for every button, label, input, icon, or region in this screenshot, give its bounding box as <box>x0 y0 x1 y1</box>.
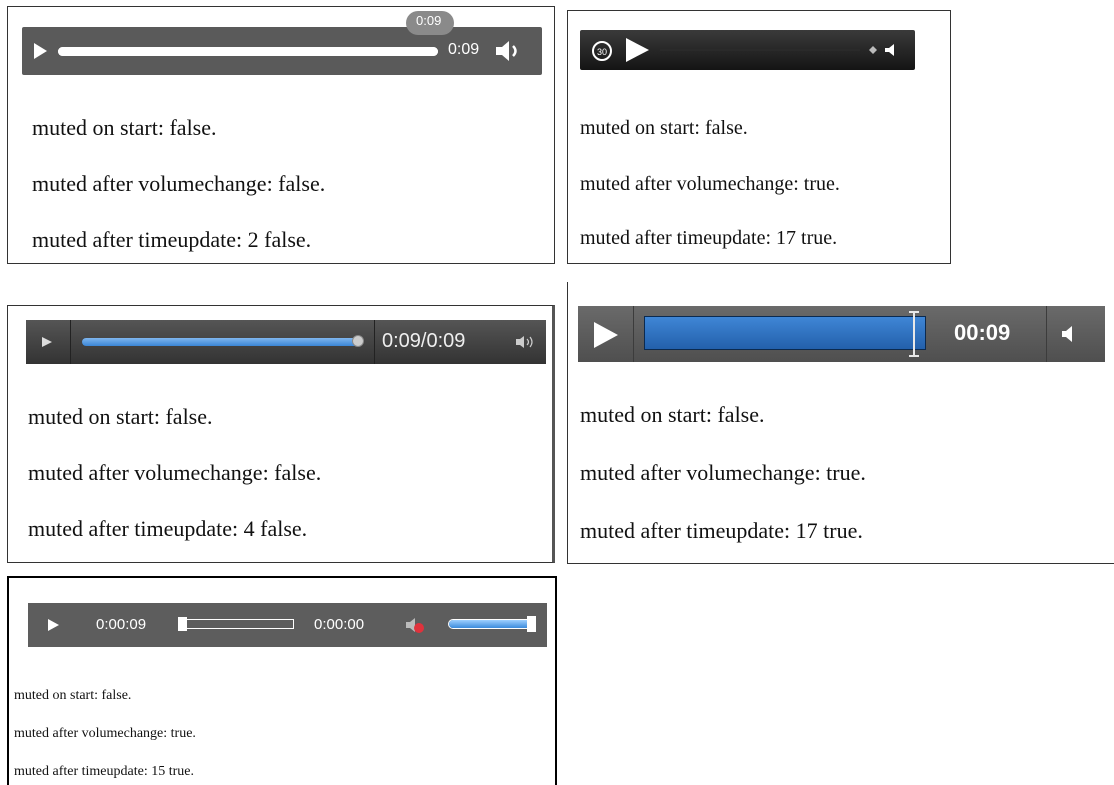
muted-after-timeupdate-text: muted after timeupdate: 15 true. <box>14 764 194 779</box>
volume-icon[interactable] <box>865 43 905 57</box>
muted-after-timeupdate-text: muted after timeupdate: 4 false. <box>28 516 308 541</box>
seek-bar-fill <box>645 317 925 349</box>
audio-player: 00:09 <box>578 306 1105 362</box>
muted-after-timeupdate-text: muted after timeupdate: 17 true. <box>580 518 863 543</box>
play-icon[interactable] <box>32 42 48 60</box>
divider <box>70 320 71 364</box>
audio-player: 0:09 0:09 <box>22 11 542 75</box>
divider <box>1046 306 1047 362</box>
seek-handle[interactable] <box>907 310 921 358</box>
time-tooltip-text: 0:09 <box>416 13 442 28</box>
muted-after-timeupdate-text: muted after timeupdate: 17 true. <box>580 227 838 249</box>
muted-after-volumechange-text: muted after volumechange: true. <box>580 460 866 485</box>
divider <box>633 306 634 362</box>
play-icon[interactable] <box>46 618 60 632</box>
volume-icon[interactable] <box>1060 324 1076 344</box>
time-display: 0:09 <box>448 41 480 58</box>
muted-on-start-text: muted on start: false. <box>580 117 748 139</box>
muted-after-volumechange-text: muted after volumechange: false. <box>28 460 322 485</box>
muted-after-timeupdate-text: muted after timeupdate: 2 false. <box>32 227 312 252</box>
seek-bar-fill <box>58 47 438 56</box>
audio-player: 0:09/0:09 <box>26 320 546 364</box>
skip-back-30-icon[interactable]: 30 <box>590 38 614 62</box>
volume-icon[interactable] <box>494 39 524 63</box>
muted-after-volumechange-text: muted after volumechange: true. <box>14 726 196 741</box>
divider <box>374 320 375 364</box>
muted-after-volumechange-text: muted after volumechange: true. <box>580 173 840 195</box>
seek-bar[interactable] <box>644 316 926 350</box>
muted-on-start-text: muted on start: false. <box>14 688 132 703</box>
muted-volume-icon[interactable] <box>404 615 426 635</box>
skip-label: 30 <box>597 47 607 57</box>
test-panel-2: 30 muted on start: false. muted after vo… <box>567 10 951 264</box>
audio-player: 30 <box>580 30 915 70</box>
seek-handle[interactable] <box>178 617 187 631</box>
muted-after-volumechange-text: muted after volumechange: false. <box>32 171 326 196</box>
seek-handle[interactable] <box>352 335 364 347</box>
muted-on-start-text: muted on start: false. <box>32 115 217 140</box>
volume-level-fill <box>449 620 535 628</box>
test-panel-4: 00:09 muted on start: false. muted after… <box>567 282 1114 564</box>
seek-bar[interactable] <box>660 49 860 51</box>
muted-on-start-text: muted on start: false. <box>28 404 213 429</box>
seek-bar[interactable] <box>178 619 294 629</box>
duration: 0:00:00 <box>314 616 365 633</box>
volume-slider[interactable] <box>448 619 536 629</box>
seek-bar[interactable] <box>82 338 362 346</box>
volume-handle[interactable] <box>527 616 536 632</box>
play-icon[interactable] <box>40 335 54 349</box>
test-panel-5: 0:00:09 0:00:00 muted on start: false. m… <box>7 576 557 785</box>
seek-bar[interactable] <box>58 47 438 56</box>
seek-bar-fill <box>82 338 362 346</box>
test-panel-1: 0:09 0:09 muted on start: false. muted a… <box>7 6 555 264</box>
play-icon[interactable] <box>624 36 650 64</box>
current-time: 0:00:09 <box>96 616 147 633</box>
test-panel-3: 0:09/0:09 muted on start: false. muted a… <box>7 305 555 563</box>
play-icon[interactable] <box>592 320 620 350</box>
time-display: 00:09 <box>954 320 1011 345</box>
audio-player: 0:00:09 0:00:00 <box>28 603 547 647</box>
volume-icon[interactable] <box>514 334 540 350</box>
time-display: 0:09/0:09 <box>382 330 466 352</box>
muted-on-start-text: muted on start: false. <box>580 402 765 427</box>
